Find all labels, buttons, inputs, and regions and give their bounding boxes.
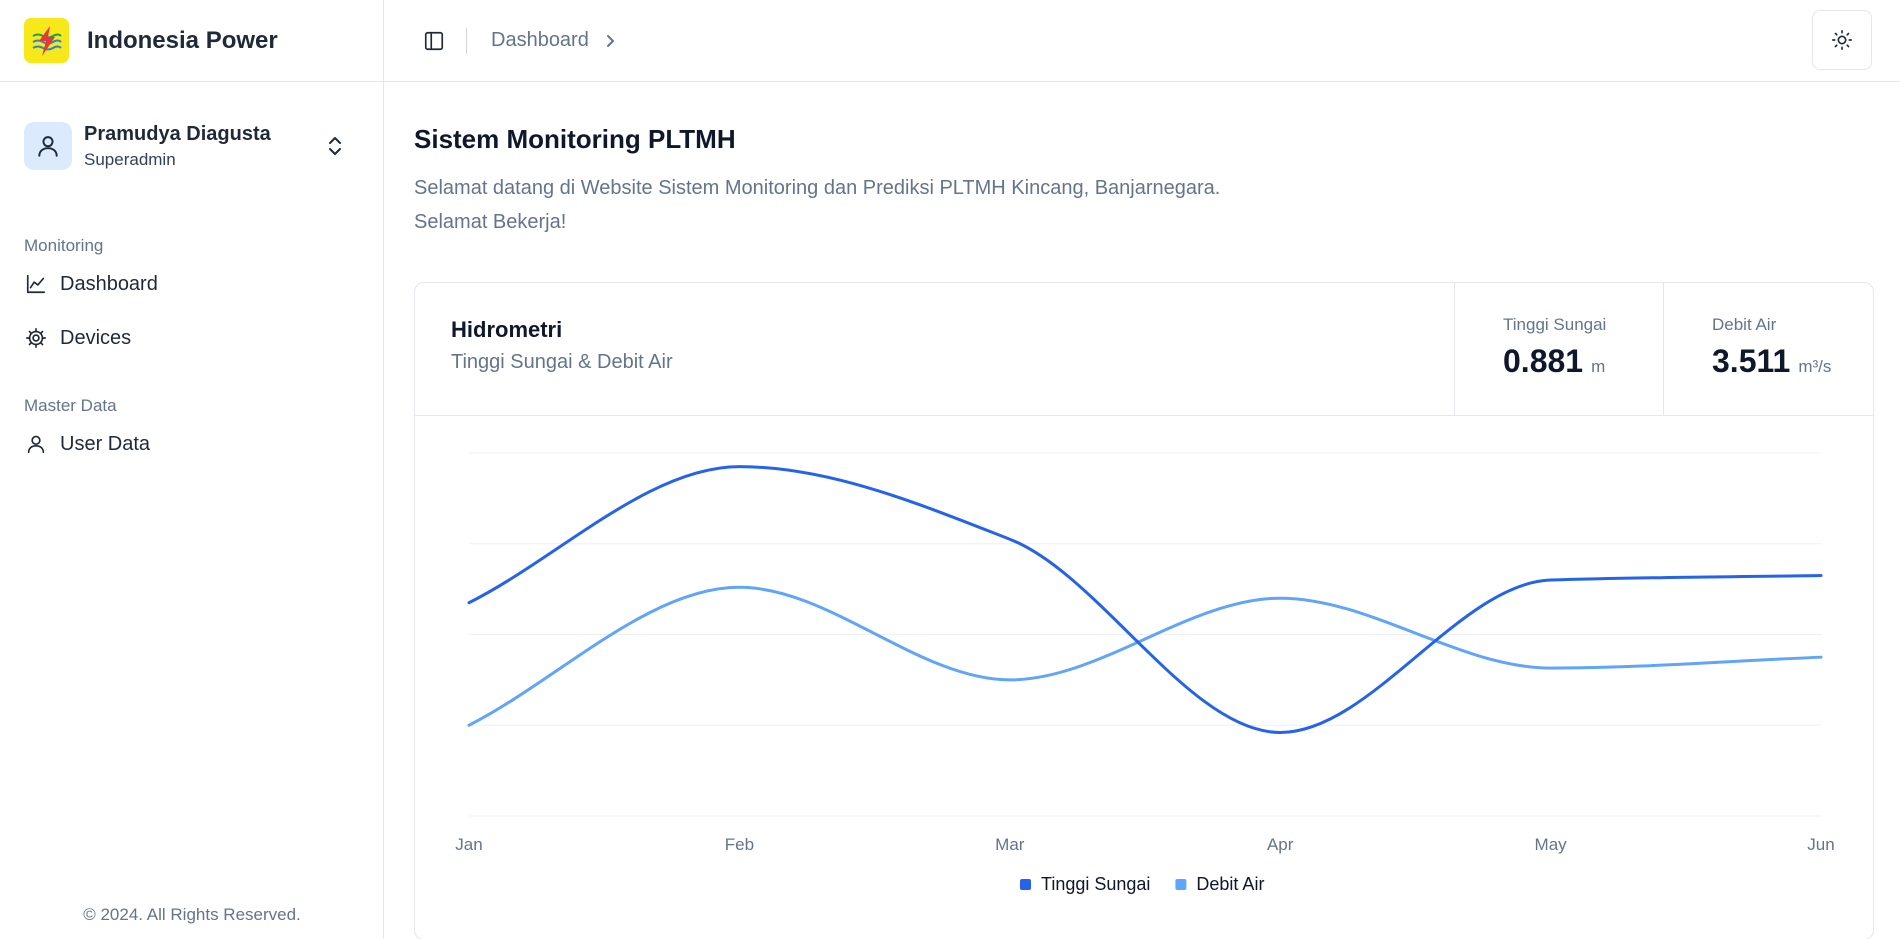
series-line-tinggi-sungai	[467, 465, 1823, 735]
stat-value: 0.881	[1503, 343, 1584, 379]
chevrons-up-down-icon[interactable]	[323, 134, 347, 158]
page-title: Sistem Monitoring PLTMH	[414, 124, 736, 154]
sidebar: Indonesia Power Pramudya Diagusta Supera…	[0, 0, 384, 939]
stat-debit-air[interactable]: Debit Air 3.511 m³/s	[1663, 283, 1873, 416]
x-tick-label: Feb	[725, 835, 754, 854]
topbar: Dashboard	[384, 0, 1900, 82]
x-tick-label: Mar	[995, 835, 1025, 854]
legend-label: Tinggi Sungai	[1041, 874, 1150, 894]
stat-tinggi-sungai[interactable]: Tinggi Sungai 0.881 m	[1454, 283, 1663, 416]
brand-name: Indonesia Power	[87, 26, 278, 54]
hidrometri-chart: Jan Feb Mar Apr May Jun Tinggi Sungai Debit Air	[415, 416, 1873, 939]
sidebar-item-label: Devices	[60, 326, 132, 349]
page-description-line: Selamat Bekerja!	[414, 211, 567, 233]
line-chart-svg: Jan Feb Mar Apr May Jun Tinggi Sungai Debit Air	[455, 452, 1835, 894]
sidebar-item-label: Dashboard	[60, 272, 158, 295]
card-subtitle: Tinggi Sungai & Debit Air	[451, 351, 673, 373]
sidebar-item-devices[interactable]: Devices	[24, 320, 359, 356]
divider	[466, 27, 467, 54]
nav-group-monitoring: Monitoring Dashboard Devices	[0, 236, 383, 356]
nav-group-label: Monitoring	[24, 236, 104, 255]
line-chart-icon	[24, 272, 48, 296]
page-description: Selamat datang di Website Sistem Monitor…	[414, 171, 1874, 239]
sidebar-item-user-data[interactable]: User Data	[24, 426, 359, 462]
copyright-footer: © 2024. All Rights Reserved.	[83, 905, 301, 924]
page-description-line: Selamat datang di Website Sistem Monitor…	[414, 177, 1221, 199]
card-header: Hidrometri Tinggi Sungai & Debit Air Tin…	[415, 283, 1873, 416]
avatar	[24, 122, 72, 170]
x-tick-label: Jan	[455, 835, 482, 854]
series-line-debit-air	[467, 585, 1823, 727]
hidrometri-card: Hidrometri Tinggi Sungai & Debit Air Tin…	[414, 282, 1874, 939]
chevron-right-icon	[603, 32, 617, 50]
legend-label: Debit Air	[1196, 874, 1264, 894]
user-role: Superadmin	[84, 149, 176, 169]
sidebar-toggle-button[interactable]	[416, 23, 452, 59]
breadcrumb[interactable]: Dashboard	[491, 29, 589, 52]
sidebar-item-label: User Data	[60, 432, 151, 455]
stat-label: Tinggi Sungai	[1503, 315, 1607, 334]
legend-swatch	[1175, 879, 1187, 890]
nav-group-master-data: Master Data User Data	[0, 396, 383, 462]
user-switcher[interactable]: Pramudya Diagusta Superadmin	[0, 82, 383, 170]
sun-icon	[1832, 30, 1852, 50]
panel-left-icon	[424, 31, 444, 50]
main-content: Sistem Monitoring PLTMH Selamat datang d…	[414, 82, 1874, 939]
card-title: Hidrometri	[451, 317, 563, 342]
stat-value: 3.511	[1712, 343, 1791, 379]
sidebar-item-dashboard[interactable]: Dashboard	[24, 266, 359, 302]
user-name: Pramudya Diagusta	[84, 122, 271, 145]
gear-icon	[24, 326, 48, 350]
legend-swatch	[1020, 879, 1031, 890]
x-tick-label: May	[1535, 835, 1568, 854]
x-tick-label: Apr	[1267, 835, 1294, 854]
brand-header: Indonesia Power	[0, 0, 383, 82]
x-tick-label: Jun	[1807, 835, 1834, 854]
user-icon	[24, 432, 48, 456]
theme-toggle-button[interactable]	[1812, 10, 1872, 70]
stat-unit: m³/s	[1798, 357, 1832, 376]
nav-group-label: Master Data	[24, 396, 117, 415]
power-logo-icon	[24, 18, 69, 63]
stat-unit: m	[1591, 357, 1606, 376]
stat-label: Debit Air	[1712, 315, 1777, 334]
